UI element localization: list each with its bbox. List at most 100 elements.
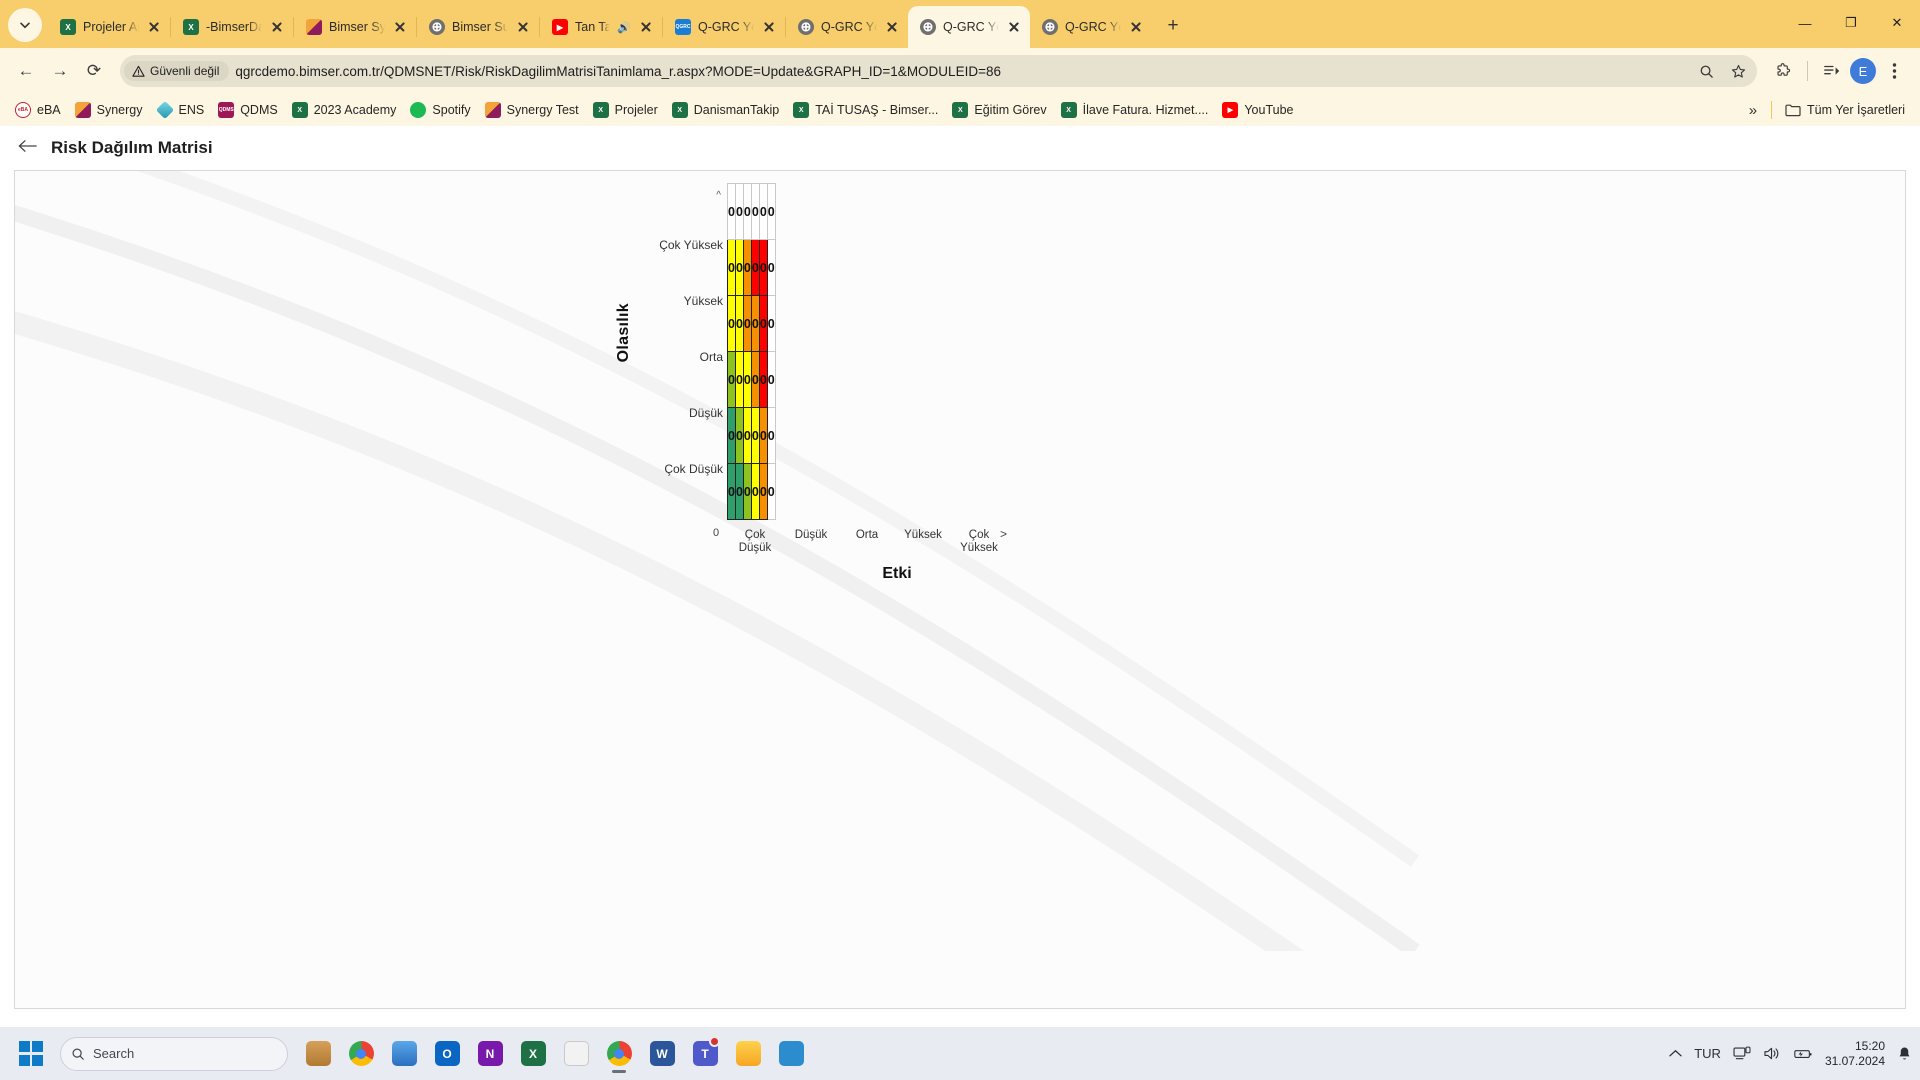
task-view-icon[interactable] — [384, 1032, 424, 1076]
extensions-button[interactable] — [1767, 55, 1799, 87]
browser-tab[interactable]: ⊕ Q-GRC Yöneti — [908, 6, 1030, 48]
tab-search-button[interactable] — [8, 8, 42, 42]
bookmark-item[interactable]: Synergy — [68, 98, 150, 122]
back-button[interactable]: ← — [10, 55, 42, 87]
close-window-button[interactable]: ✕ — [1874, 0, 1920, 46]
browser-menu-button[interactable] — [1878, 55, 1910, 87]
file-explorer-icon[interactable] — [728, 1032, 768, 1076]
chrome-icon[interactable] — [599, 1032, 639, 1076]
matrix-cell[interactable]: 0 — [727, 183, 736, 240]
matrix-cell[interactable]: 0 — [734, 407, 744, 464]
forward-button[interactable]: → — [44, 55, 76, 87]
reading-list-button[interactable] — [1816, 55, 1848, 87]
matrix-cell[interactable]: 0 — [750, 183, 760, 240]
tab-mute-icon[interactable]: 🔊 — [617, 21, 631, 34]
bookmark-item[interactable]: X İlave Fatura. Hizmet.... — [1054, 98, 1216, 122]
security-icon[interactable] — [771, 1032, 811, 1076]
matrix-cell[interactable]: 0 — [727, 239, 736, 296]
tab-close-button[interactable] — [638, 19, 654, 35]
bookmark-item[interactable]: X DanismanTakip — [665, 98, 786, 122]
bookmark-item[interactable]: X TAİ TUSAŞ - Bimser... — [786, 98, 945, 122]
matrix-cell[interactable]: 0 — [734, 239, 744, 296]
matrix-cell[interactable]: 0 — [742, 407, 752, 464]
matrix-cell[interactable]: 0 — [766, 407, 776, 464]
matrix-cell[interactable]: 0 — [750, 407, 760, 464]
matrix-cell[interactable]: 0 — [742, 351, 752, 408]
bookmark-item[interactable]: Spotify — [403, 98, 477, 122]
outlook-icon[interactable]: O — [427, 1032, 467, 1076]
teams-icon[interactable]: T — [685, 1032, 725, 1076]
browser-tab[interactable]: Bimser Synerg — [294, 6, 416, 48]
matrix-cell[interactable]: 0 — [766, 351, 776, 408]
matrix-cell[interactable]: 0 — [766, 295, 776, 352]
taskbar-search[interactable]: Search — [60, 1036, 288, 1071]
matrix-cell[interactable]: 0 — [758, 183, 768, 240]
bookmark-item[interactable]: QDMS QDMS — [211, 98, 285, 122]
matrix-cell[interactable]: 0 — [750, 295, 760, 352]
tab-close-button[interactable] — [761, 19, 777, 35]
browser-tab[interactable]: ⊕ Q-GRC Yöneti — [786, 6, 908, 48]
notepad-icon[interactable] — [556, 1032, 596, 1076]
star-icon[interactable] — [1725, 58, 1751, 84]
matrix-cell[interactable]: 0 — [766, 183, 776, 240]
tab-close-button[interactable] — [1128, 19, 1144, 35]
matrix-cell[interactable]: 0 — [742, 239, 752, 296]
browser-tab[interactable]: ⊕ Q-GRC Yöneti — [1030, 6, 1152, 48]
matrix-cell[interactable]: 0 — [766, 463, 776, 520]
magnifier-icon[interactable] — [1693, 58, 1719, 84]
network-icon[interactable] — [1733, 1046, 1751, 1061]
matrix-cell[interactable]: 0 — [742, 295, 752, 352]
matrix-cell[interactable]: 0 — [734, 351, 744, 408]
tab-close-button[interactable] — [269, 19, 285, 35]
matrix-cell[interactable]: 0 — [727, 295, 736, 352]
matrix-cell[interactable]: 0 — [750, 239, 760, 296]
browser-tab[interactable]: ▶ Tan Taşçı 🔊 — [540, 6, 662, 48]
matrix-cell[interactable]: 0 — [758, 239, 768, 296]
onenote-icon[interactable]: N — [470, 1032, 510, 1076]
tab-close-button[interactable] — [146, 19, 162, 35]
browser-tab[interactable]: X -BimserDanis — [171, 6, 293, 48]
clock[interactable]: 15:20 31.07.2024 — [1825, 1039, 1885, 1069]
bookmark-item[interactable]: ▶ YouTube — [1215, 98, 1300, 122]
bookmark-item[interactable]: Synergy Test — [478, 98, 586, 122]
start-button[interactable] — [8, 1031, 54, 1077]
arrow-left-icon[interactable] — [18, 137, 37, 159]
bell-icon[interactable] — [1897, 1046, 1912, 1062]
matrix-cell[interactable]: 0 — [758, 407, 768, 464]
excel-icon[interactable]: X — [513, 1032, 553, 1076]
chrome-icon[interactable] — [341, 1032, 381, 1076]
url-text[interactable]: qgrcdemo.bimser.com.tr/QDMSNET/Risk/Risk… — [235, 64, 1687, 79]
tab-close-button[interactable] — [1006, 19, 1022, 35]
tab-close-button[interactable] — [515, 19, 531, 35]
address-bar[interactable]: Güvenli değil qgrcdemo.bimser.com.tr/QDM… — [120, 55, 1757, 87]
speaker-icon[interactable] — [1763, 1046, 1781, 1061]
minimize-button[interactable]: — — [1782, 0, 1828, 46]
tab-close-button[interactable] — [884, 19, 900, 35]
profile-avatar[interactable]: E — [1850, 58, 1876, 84]
bookmark-item[interactable]: ENS — [150, 98, 212, 122]
matrix-cell[interactable]: 0 — [758, 351, 768, 408]
matrix-cell[interactable]: 0 — [766, 239, 776, 296]
matrix-cell[interactable]: 0 — [727, 463, 736, 520]
tab-close-button[interactable] — [392, 19, 408, 35]
matrix-cell[interactable]: 0 — [742, 463, 752, 520]
matrix-cell[interactable]: 0 — [734, 463, 744, 520]
matrix-cell[interactable]: 0 — [734, 295, 744, 352]
maximize-button[interactable]: ❐ — [1828, 0, 1874, 46]
matrix-cell[interactable]: 0 — [750, 351, 760, 408]
bookmark-item[interactable]: X Projeler — [586, 98, 665, 122]
bookmark-item[interactable]: eBA eBA — [8, 98, 68, 122]
matrix-cell[interactable]: 0 — [758, 295, 768, 352]
language-indicator[interactable]: TUR — [1694, 1046, 1721, 1061]
browser-tab[interactable]: ⊕ Bimser Suppo — [417, 6, 539, 48]
chevron-up-icon[interactable] — [1669, 1049, 1682, 1058]
matrix-cell[interactable]: 0 — [727, 407, 736, 464]
site-security-badge[interactable]: Güvenli değil — [124, 61, 230, 81]
browser-tab[interactable]: X Projeler Appli — [48, 6, 170, 48]
bookmarks-overflow-button[interactable]: » — [1741, 100, 1765, 121]
matrix-cell[interactable]: 0 — [742, 183, 752, 240]
word-icon[interactable]: W — [642, 1032, 682, 1076]
browser-tab[interactable]: QGRC Q-GRC Yöneti — [663, 6, 785, 48]
reload-button[interactable]: ⟳ — [78, 55, 110, 87]
bookmark-item[interactable]: X 2023 Academy — [285, 98, 404, 122]
